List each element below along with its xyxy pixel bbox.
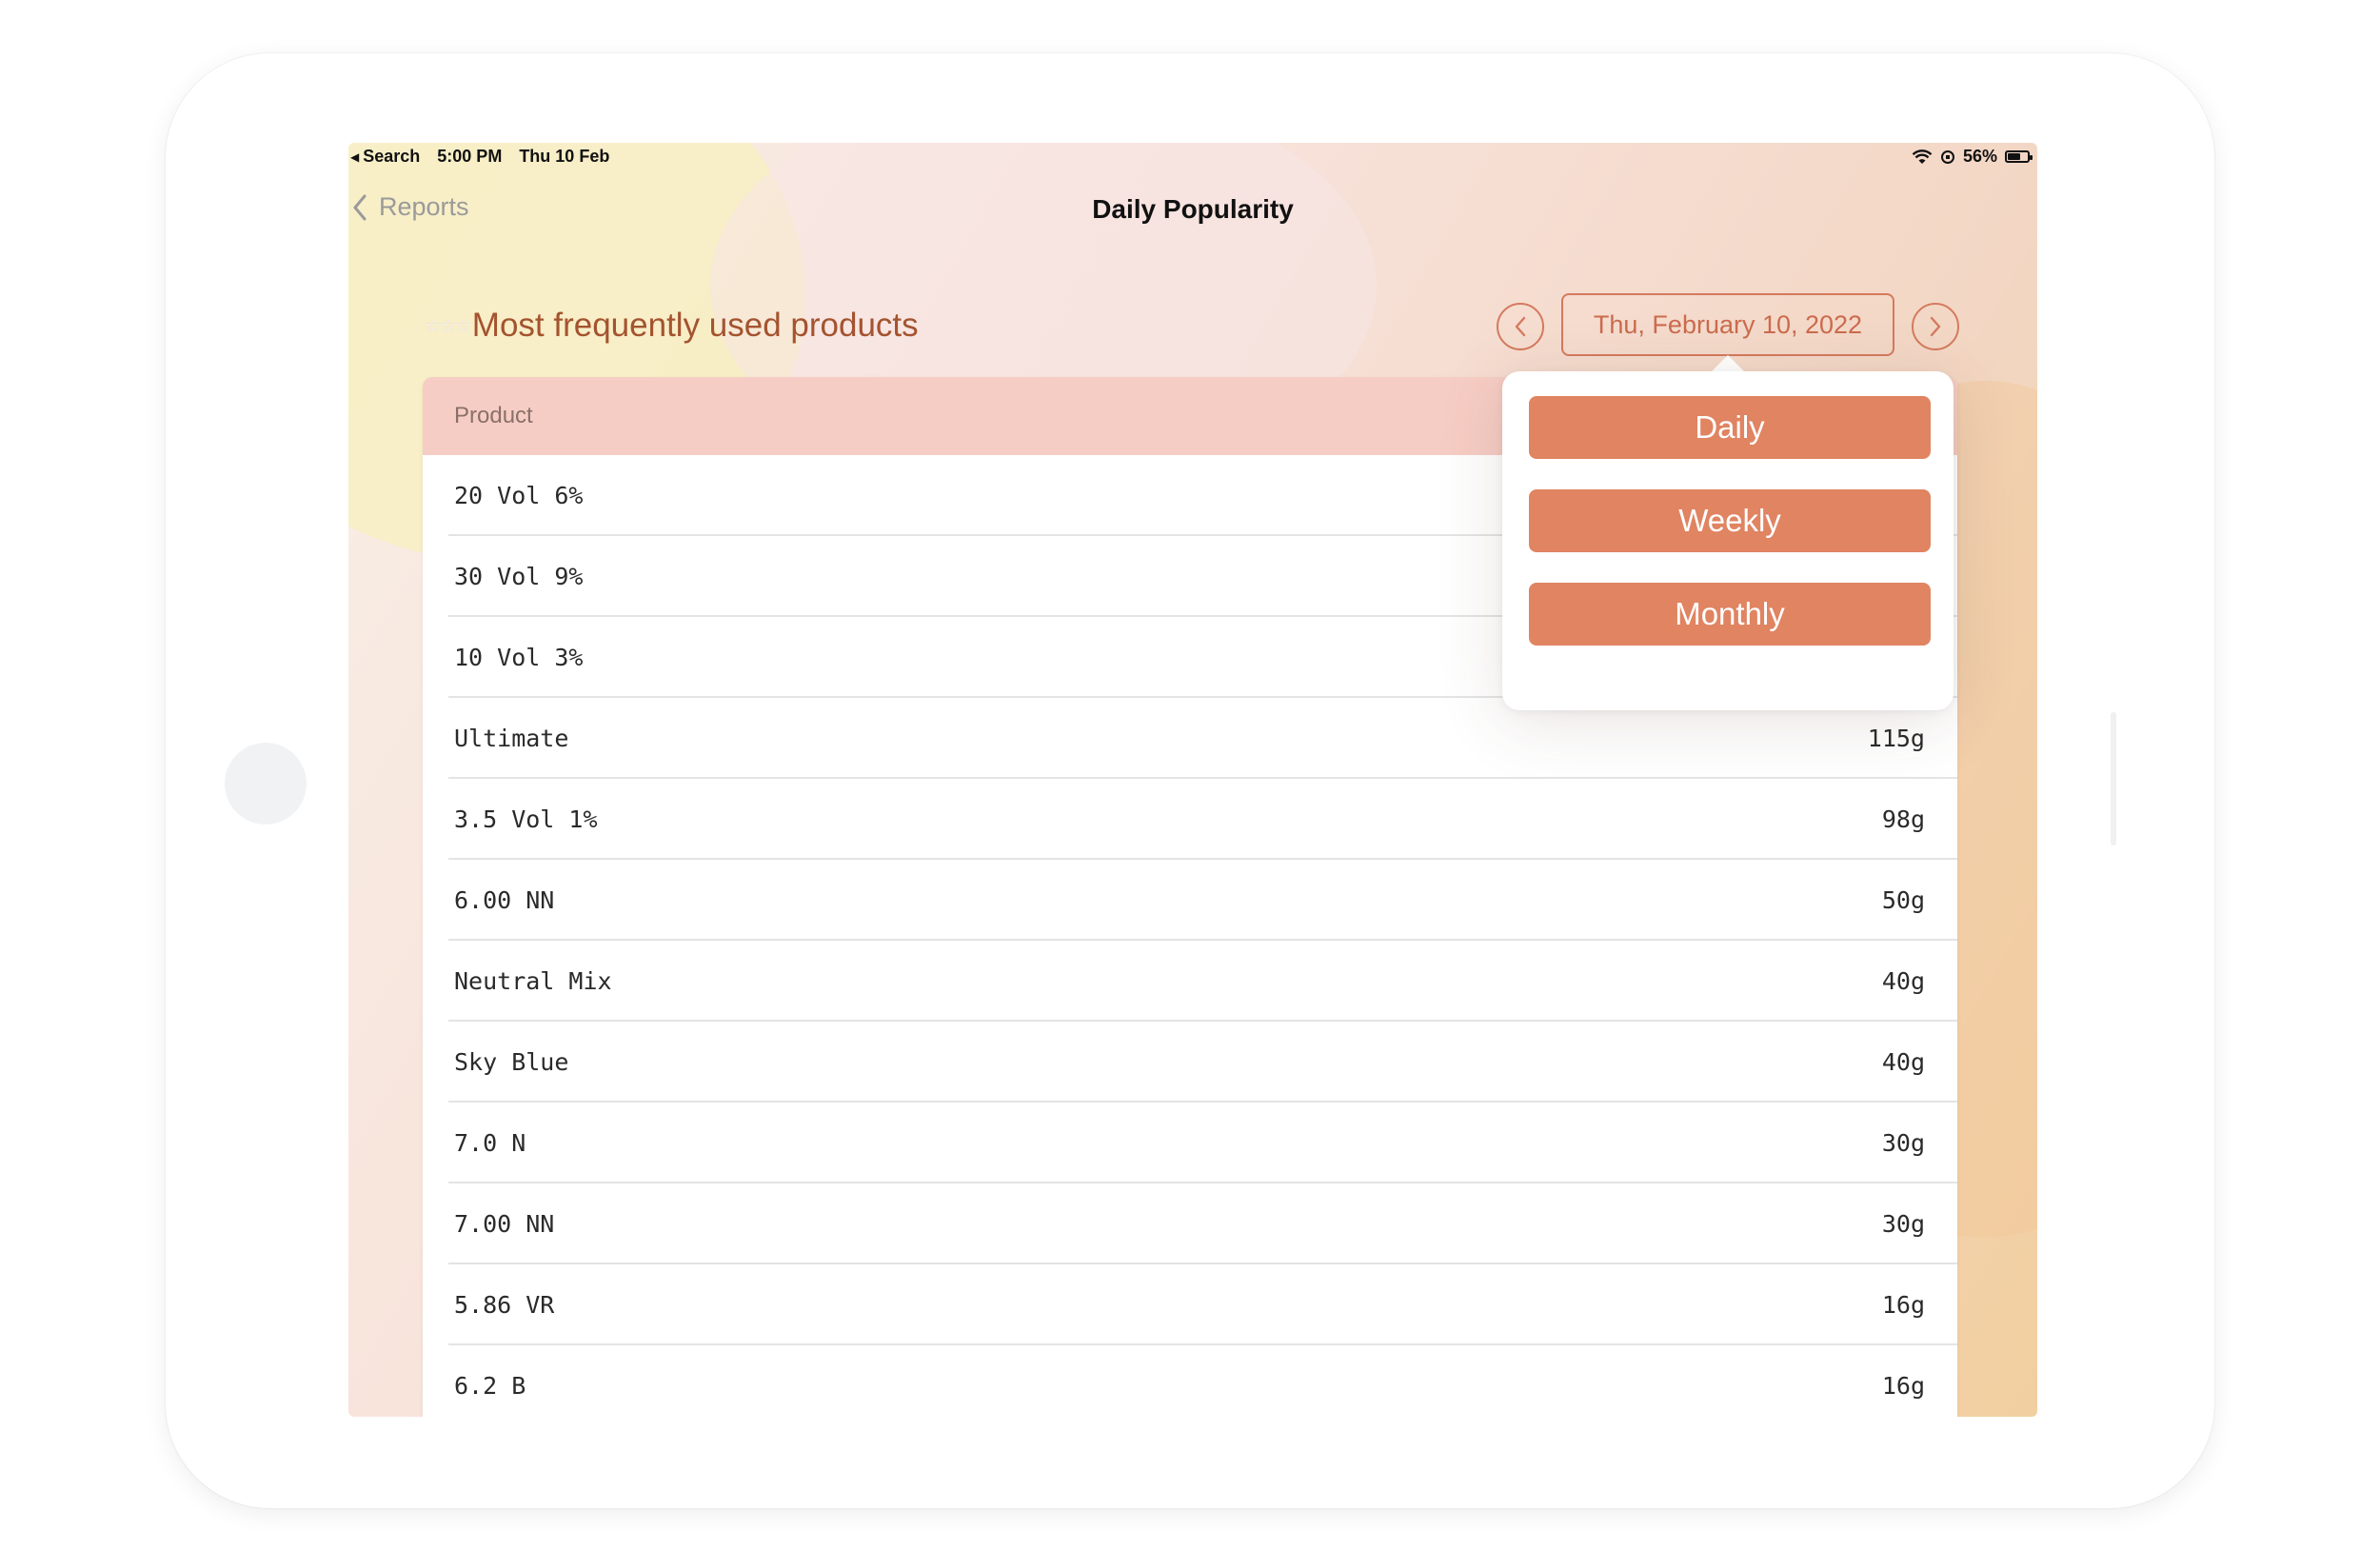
- table-row[interactable]: 6.2 B 16g: [423, 1345, 1957, 1417]
- table-row[interactable]: 6.00 NN 50g: [423, 860, 1957, 941]
- product-amount: 40g: [1881, 967, 1925, 995]
- column-header-product: Product: [454, 403, 533, 428]
- chevron-right-icon: [1930, 316, 1941, 337]
- status-time: 5:00 PM: [437, 147, 503, 166]
- product-amount: 115g: [1867, 725, 1925, 752]
- product-name: Sky Blue: [454, 1048, 569, 1076]
- table-row[interactable]: 7.0 N 30g: [423, 1103, 1957, 1183]
- popover-arrow: [1711, 355, 1745, 372]
- app-screen: ◀ Search 5:00 PM Thu 10 Feb 56% Reports …: [348, 143, 2037, 1417]
- previous-date-button[interactable]: [1497, 303, 1544, 350]
- status-bar: ◀ Search 5:00 PM Thu 10 Feb 56%: [348, 143, 2037, 168]
- table-row[interactable]: 5.86 VR 16g: [423, 1264, 1957, 1345]
- product-amount: 40g: [1881, 1048, 1925, 1076]
- product-amount: 30g: [1881, 1210, 1925, 1238]
- battery-percent: 56%: [1962, 147, 1997, 166]
- stage: ◀ Search 5:00 PM Thu 10 Feb 56% Reports …: [0, 0, 2380, 1551]
- product-name: 5.86 VR: [454, 1291, 555, 1319]
- table-row[interactable]: Neutral Mix 40g: [423, 941, 1957, 1022]
- star-rating-icon: ☆☆☆: [425, 315, 472, 337]
- table-row[interactable]: 7.00 NN 30g: [423, 1183, 1957, 1264]
- product-name: Neutral Mix: [454, 967, 612, 995]
- daily-button[interactable]: Daily: [1529, 396, 1931, 459]
- wifi-icon: [1912, 149, 1933, 164]
- product-amount: 30g: [1881, 1129, 1925, 1157]
- product-name: 20 Vol 6%: [454, 482, 584, 509]
- product-amount: 16g: [1881, 1372, 1925, 1400]
- product-name: 3.5 Vol 1%: [454, 805, 598, 833]
- product-amount: 50g: [1881, 886, 1925, 914]
- next-date-button[interactable]: [1912, 303, 1959, 350]
- page-title: Daily Popularity: [1092, 194, 1294, 224]
- section-title: Most frequently used products: [471, 307, 919, 344]
- period-popover: Daily Weekly Monthly: [1502, 371, 1954, 710]
- status-date: Thu 10 Feb: [519, 147, 610, 166]
- back-to-app-icon[interactable]: ◀: [350, 150, 359, 164]
- product-name: 6.2 B: [454, 1372, 526, 1400]
- product-name: 10 Vol 3%: [454, 644, 584, 671]
- weekly-button[interactable]: Weekly: [1529, 489, 1931, 552]
- product-name: 7.0 N: [454, 1129, 526, 1157]
- product-name: 7.00 NN: [454, 1210, 555, 1238]
- monthly-button[interactable]: Monthly: [1529, 583, 1931, 646]
- status-right: 56%: [1912, 147, 2033, 167]
- chevron-left-icon: [1515, 316, 1526, 337]
- product-amount: 98g: [1881, 805, 1925, 833]
- date-picker-button[interactable]: Thu, February 10, 2022: [1561, 293, 1894, 356]
- orientation-lock-icon: [1940, 149, 1954, 164]
- table-row[interactable]: Sky Blue 40g: [423, 1022, 1957, 1103]
- product-amount: 16g: [1881, 1291, 1925, 1319]
- table-row[interactable]: 3.5 Vol 1% 98g: [423, 779, 1957, 860]
- status-back-app[interactable]: Search: [363, 147, 420, 167]
- product-name: 6.00 NN: [454, 886, 555, 914]
- section-heading: ☆☆☆ Most frequently used products: [425, 307, 919, 345]
- home-button[interactable]: [225, 743, 307, 825]
- product-name: Ultimate: [454, 725, 569, 752]
- side-button: [2111, 712, 2116, 845]
- battery-icon: [2005, 150, 2033, 163]
- status-left: ◀ Search 5:00 PM Thu 10 Feb: [350, 147, 609, 167]
- product-name: 30 Vol 9%: [454, 563, 584, 590]
